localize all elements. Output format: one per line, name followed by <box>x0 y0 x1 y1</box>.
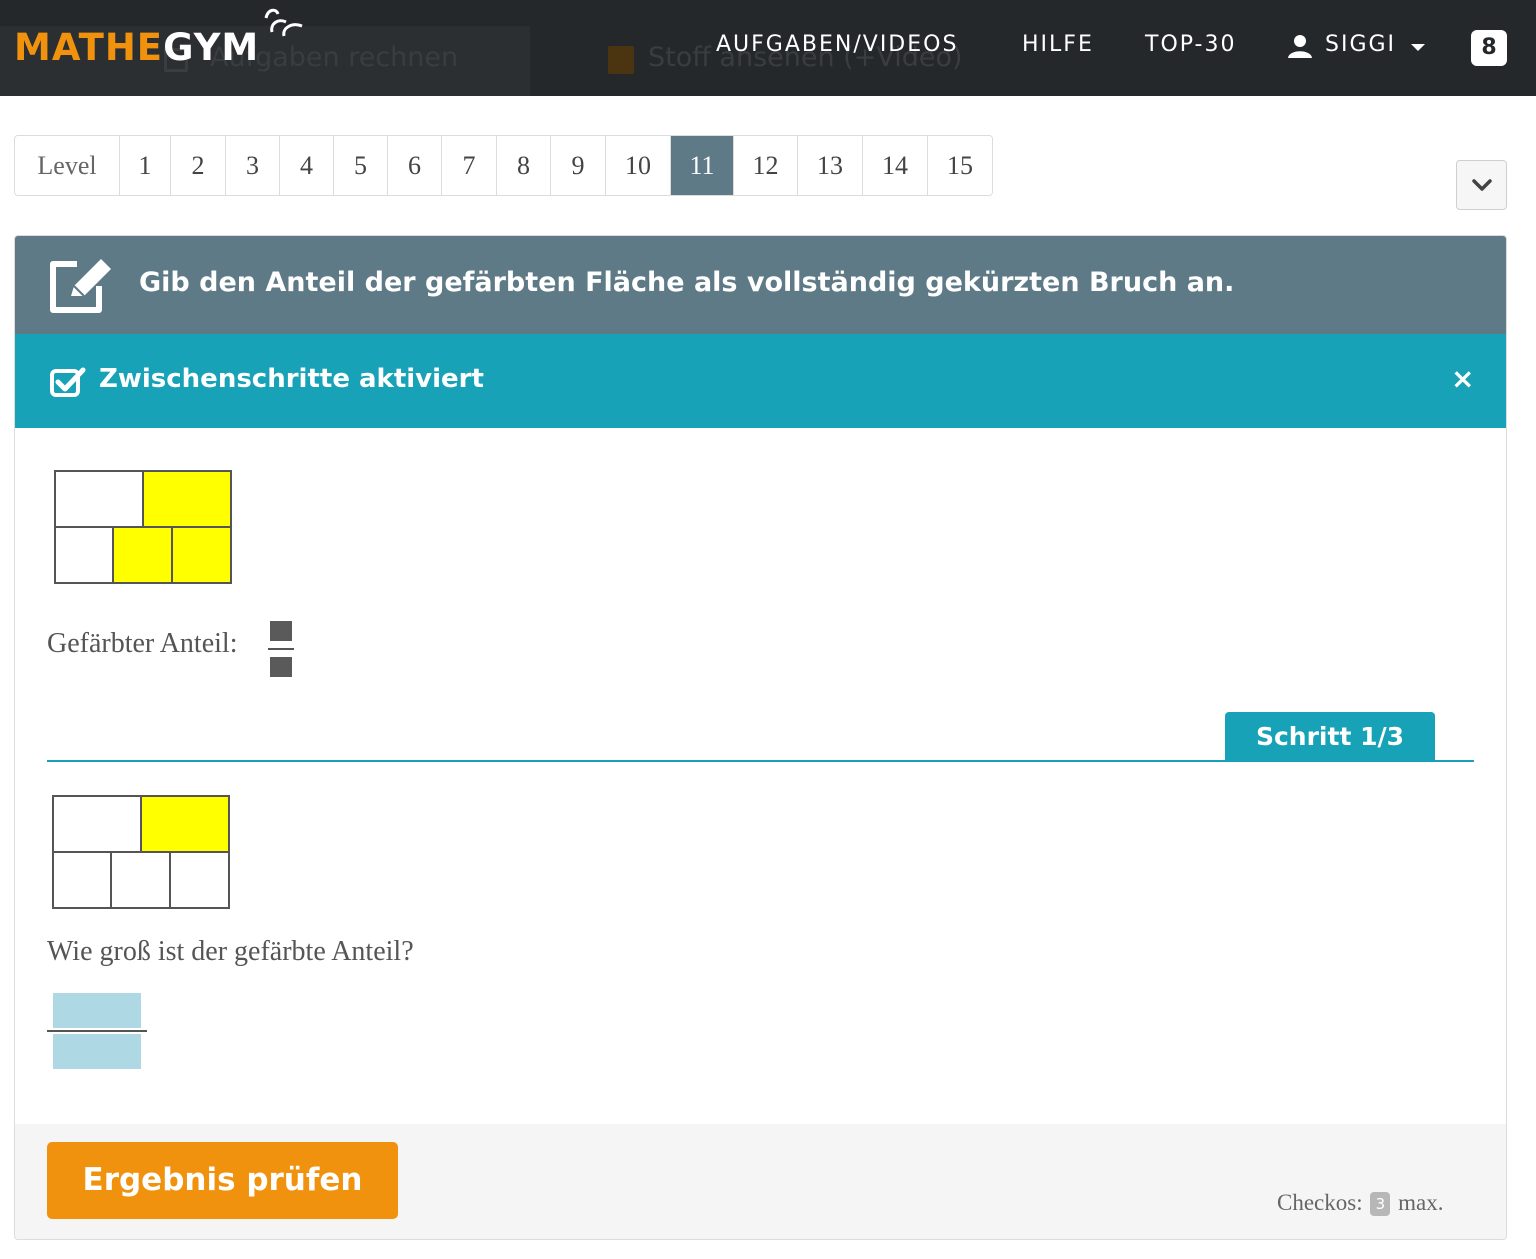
figure-cell <box>52 795 142 853</box>
figure-cell-filled <box>171 526 232 584</box>
ghost-book-icon <box>608 46 634 74</box>
figure-cell <box>169 851 230 909</box>
user-icon <box>1288 35 1312 58</box>
caret-down-icon <box>1411 44 1425 51</box>
task-card: Gib den Anteil der gefärbten Fläche als … <box>14 235 1507 1240</box>
level-button-3[interactable]: 3 <box>226 136 280 195</box>
level-button-10[interactable]: 10 <box>606 136 671 195</box>
level-button-8[interactable]: 8 <box>497 136 551 195</box>
checkbox-checked-icon <box>50 367 86 397</box>
dropdown-toggle-button[interactable] <box>1456 160 1507 210</box>
nav-link-top30[interactable]: TOP-30 <box>1145 32 1236 57</box>
figure-cell <box>54 526 114 584</box>
nav-link-hilfe[interactable]: HILFE <box>1022 32 1094 57</box>
fraction-bar <box>268 648 294 650</box>
checkos-count-badge: 3 <box>1370 1192 1391 1216</box>
fraction-numerator-placeholder <box>270 621 292 641</box>
fraction-denominator-placeholder <box>270 657 292 677</box>
card-footer: Ergebnis prüfen Checkos: 3 max. <box>15 1124 1506 1239</box>
step-figure <box>52 795 230 909</box>
level-button-14[interactable]: 14 <box>863 136 928 195</box>
chevron-down-icon <box>1472 179 1492 191</box>
task-title: Gib den Anteil der gefärbten Fläche als … <box>139 267 1235 298</box>
question-text: Wie groß ist der gefärbte Anteil? <box>47 936 414 967</box>
level-label: Level <box>15 136 120 195</box>
level-pagination: Level 1 2 3 4 5 6 7 8 9 10 11 12 13 14 1… <box>14 135 993 196</box>
colored-share-label: Gefärbter Anteil: <box>47 628 238 659</box>
task-header: Gib den Anteil der gefärbten Fläche als … <box>15 236 1506 334</box>
level-button-2[interactable]: 2 <box>171 136 226 195</box>
steps-notice-text: Zwischenschritte aktiviert <box>99 364 484 394</box>
level-button-7[interactable]: 7 <box>442 136 497 195</box>
fraction-bar <box>47 1030 147 1032</box>
denominator-input[interactable] <box>53 1034 141 1069</box>
level-button-11[interactable]: 11 <box>671 136 734 195</box>
figure-cell <box>52 851 112 909</box>
level-button-1[interactable]: 1 <box>120 136 171 195</box>
close-icon[interactable]: × <box>1451 362 1474 396</box>
logo[interactable]: MATHEGYM <box>14 26 259 69</box>
numerator-input[interactable] <box>53 993 141 1028</box>
notification-badge[interactable]: 8 <box>1471 30 1507 66</box>
level-button-5[interactable]: 5 <box>334 136 388 195</box>
user-menu[interactable]: SIGGI <box>1325 32 1396 57</box>
level-button-15[interactable]: 15 <box>928 136 992 195</box>
figure-cell-filled <box>112 526 173 584</box>
top-navbar: Aufgaben rechnen Stoff ansehen (+Video) … <box>0 0 1536 96</box>
level-button-9[interactable]: 9 <box>551 136 606 195</box>
nav-link-aufgaben-videos[interactable]: AUFGABEN/VIDEOS <box>716 32 958 57</box>
level-button-4[interactable]: 4 <box>280 136 334 195</box>
checkos-suffix: max. <box>1398 1190 1444 1215</box>
checkos-info: Checkos: 3 max. <box>1277 1190 1443 1216</box>
figure-cell-filled <box>140 795 230 853</box>
figure-cell-filled <box>142 470 232 528</box>
steps-notice-bar: Zwischenschritte aktiviert × <box>15 334 1506 428</box>
step-indicator-tab: Schritt 1/3 <box>1225 712 1435 761</box>
figure-cell <box>54 470 144 528</box>
logo-part: GYM <box>163 26 260 69</box>
level-button-12[interactable]: 12 <box>734 136 798 195</box>
level-button-13[interactable]: 13 <box>798 136 863 195</box>
exercise-figure <box>54 470 232 584</box>
step-divider <box>47 760 1474 762</box>
logo-swoosh-icon <box>264 8 303 37</box>
logo-part: MATHE <box>14 26 164 69</box>
edit-icon <box>50 259 111 313</box>
fraction-placeholder <box>268 621 294 677</box>
level-button-6[interactable]: 6 <box>388 136 442 195</box>
fraction-answer-input <box>47 993 147 1069</box>
checkos-label: Checkos: <box>1277 1190 1363 1215</box>
check-result-button[interactable]: Ergebnis prüfen <box>47 1142 398 1219</box>
figure-cell <box>110 851 171 909</box>
